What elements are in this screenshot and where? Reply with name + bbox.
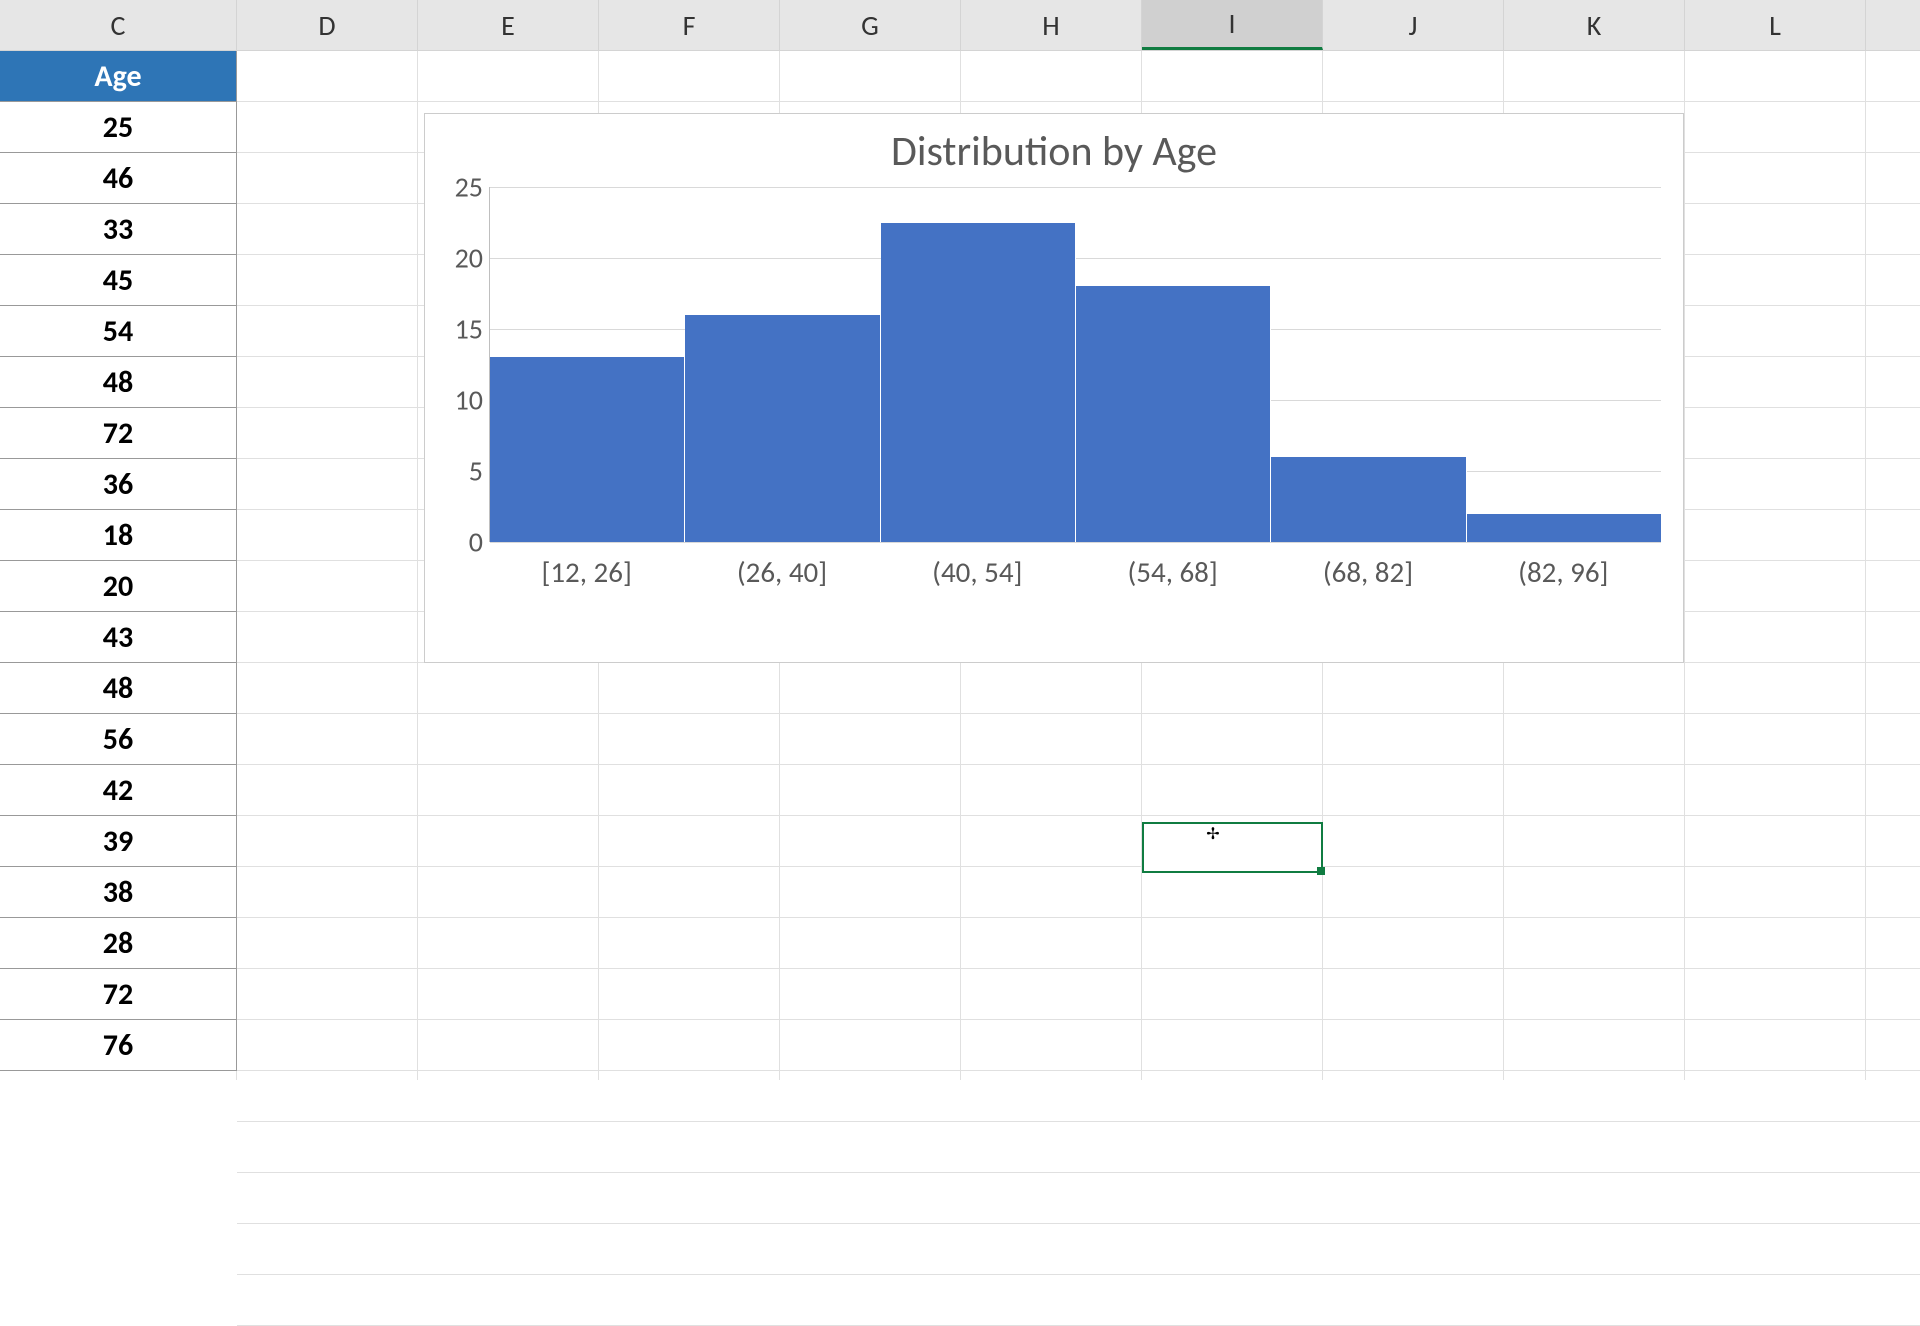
x-tick-label: (26, 40] <box>684 554 879 590</box>
chart-x-axis: [12, 26](26, 40](40, 54](54, 68](68, 82]… <box>489 554 1661 590</box>
x-tick-label: (54, 68] <box>1075 554 1270 590</box>
data-cell[interactable]: 43 <box>0 612 236 663</box>
data-cell[interactable]: 39 <box>0 816 236 867</box>
histogram-bar[interactable] <box>490 357 685 542</box>
y-tick-label: 25 <box>435 170 483 205</box>
data-cell[interactable]: 45 <box>0 255 236 306</box>
data-cell[interactable]: 76 <box>0 1020 236 1071</box>
column-headers: CDEFGHIJKL <box>0 0 1920 51</box>
data-cell[interactable]: 33 <box>0 204 236 255</box>
y-tick-label: 10 <box>435 383 483 418</box>
data-cell[interactable]: 48 <box>0 357 236 408</box>
data-cell[interactable]: 42 <box>0 765 236 816</box>
x-tick-label: [12, 26] <box>489 554 684 590</box>
data-cell[interactable]: 46 <box>0 153 236 204</box>
cursor-icon: ✢ <box>1206 824 1219 844</box>
data-cell[interactable]: 72 <box>0 969 236 1020</box>
chart-title: Distribution by Age <box>439 126 1669 177</box>
x-tick-label: (82, 96] <box>1466 554 1661 590</box>
data-cell[interactable]: 38 <box>0 867 236 918</box>
data-cell[interactable]: 56 <box>0 714 236 765</box>
x-tick-label: (40, 54] <box>880 554 1075 590</box>
data-cell[interactable]: 28 <box>0 918 236 969</box>
histogram-bar[interactable] <box>881 223 1076 543</box>
column-header-i[interactable]: I <box>1142 0 1323 50</box>
column-header-c[interactable]: C <box>0 0 237 50</box>
column-header-e[interactable]: E <box>418 0 599 50</box>
data-column-c: Age2546334554487236182043485642393828727… <box>0 51 237 1071</box>
column-header-g[interactable]: G <box>780 0 961 50</box>
column-header-l[interactable]: L <box>1685 0 1866 50</box>
histogram-bar[interactable] <box>685 315 880 542</box>
data-cell[interactable]: 36 <box>0 459 236 510</box>
column-header-f[interactable]: F <box>599 0 780 50</box>
data-cell[interactable]: 72 <box>0 408 236 459</box>
data-header-cell[interactable]: Age <box>0 51 236 102</box>
histogram-bar[interactable] <box>1467 514 1661 542</box>
data-cell[interactable]: 18 <box>0 510 236 561</box>
x-tick-label: (68, 82] <box>1270 554 1465 590</box>
chart-plot-area: 0510152025 <box>489 187 1661 542</box>
y-tick-label: 20 <box>435 241 483 276</box>
histogram-chart[interactable]: Distribution by Age 0510152025 [12, 26](… <box>424 113 1684 663</box>
y-tick-label: 0 <box>435 525 483 560</box>
histogram-bar[interactable] <box>1271 457 1466 542</box>
y-tick-label: 5 <box>435 454 483 489</box>
column-header-k[interactable]: K <box>1504 0 1685 50</box>
column-header-d[interactable]: D <box>237 0 418 50</box>
data-cell[interactable]: 54 <box>0 306 236 357</box>
column-header-j[interactable]: J <box>1323 0 1504 50</box>
y-tick-label: 15 <box>435 312 483 347</box>
data-cell[interactable]: 25 <box>0 102 236 153</box>
column-header-h[interactable]: H <box>961 0 1142 50</box>
data-cell[interactable]: 20 <box>0 561 236 612</box>
data-cell[interactable]: 48 <box>0 663 236 714</box>
histogram-bar[interactable] <box>1076 286 1271 542</box>
spreadsheet-grid[interactable]: Age2546334554487236182043485642393828727… <box>0 51 1920 1080</box>
